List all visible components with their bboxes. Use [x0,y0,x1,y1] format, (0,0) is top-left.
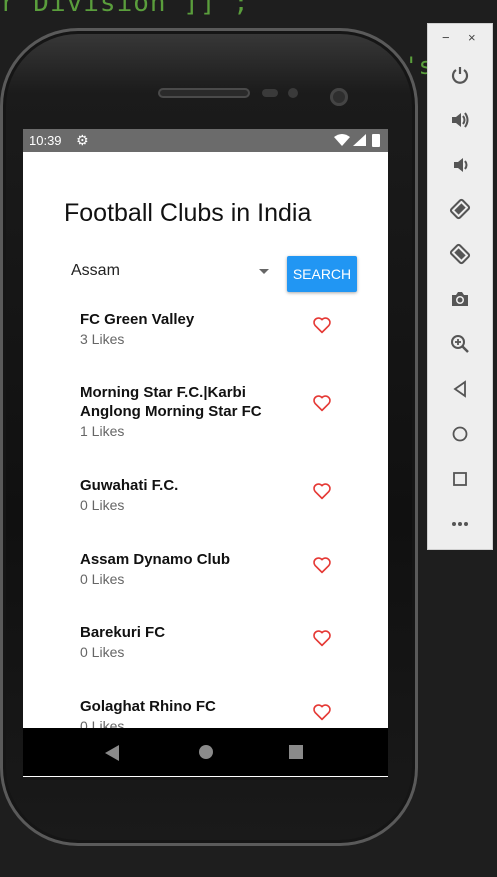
club-likes-count: 0 Likes [80,497,125,513]
minimize-button[interactable]: − [442,30,450,45]
club-likes-count: 3 Likes [80,331,125,347]
club-list-item[interactable]: Morning Star F.C.|Karbi Anglong Morning … [80,383,380,439]
club-likes-count: 1 Likes [80,423,125,439]
phone-sensor [262,89,278,97]
overview-icon[interactable] [428,459,492,499]
close-button[interactable]: × [468,30,476,45]
device-screen: 10:39 ⚙ Football Clubs in India Assam SE… [23,129,388,777]
volume-up-icon[interactable] [428,100,492,140]
recents-icon[interactable] [289,745,303,759]
heart-icon[interactable] [312,703,332,721]
club-name: Assam Dynamo Club [80,551,231,568]
zoom-icon[interactable] [428,324,492,364]
phone-speaker [158,88,250,98]
nav-bar [23,728,388,776]
battery-icon [372,134,380,147]
page-title: Football Clubs in India [64,199,312,227]
club-name: Morning Star F.C.|Karbi Anglong Morning … [80,384,262,420]
club-name: Guwahati F.C. [80,477,179,494]
heart-icon[interactable] [312,556,332,574]
more-icon[interactable] [428,504,492,544]
club-list-item[interactable]: Barekuri FC 0 Likes [80,623,380,660]
club-name: Barekuri FC [80,624,166,641]
signal-icon [353,134,366,146]
rotate-left-icon[interactable] [428,189,492,229]
code-editor-line: r Division"]] ; [0,0,250,18]
home-icon[interactable] [428,414,492,454]
back-icon[interactable] [105,745,119,761]
heart-icon[interactable] [312,394,332,412]
club-list-item[interactable]: Assam Dynamo Club 0 Likes [80,550,380,587]
rotate-right-icon[interactable] [428,234,492,274]
club-likes-count: 0 Likes [80,644,125,660]
club-list-item[interactable]: Guwahati F.C. 0 Likes [80,476,380,513]
status-time: 10:39 [29,133,62,148]
heart-icon[interactable] [312,629,332,647]
phone-sensor-dot [288,88,298,98]
phone-camera [330,88,348,106]
camera-icon[interactable] [428,279,492,319]
wifi-icon [334,134,350,146]
emulator-side-panel: − × [427,23,493,550]
volume-down-icon[interactable] [428,145,492,185]
club-likes-count: 0 Likes [80,571,125,587]
chevron-down-icon [259,269,269,274]
club-name: FC Green Valley [80,311,195,328]
state-select-value: Assam [71,262,120,279]
back-icon[interactable] [428,369,492,409]
club-name: Golaghat Rhino FC [80,698,216,715]
home-icon[interactable] [199,745,213,759]
club-list-item[interactable]: FC Green Valley 3 Likes [80,310,380,347]
power-icon[interactable] [428,55,492,95]
heart-icon[interactable] [312,316,332,334]
search-button[interactable]: SEARCH [287,256,357,292]
heart-icon[interactable] [312,482,332,500]
state-select[interactable]: Assam [71,260,269,286]
status-bar: 10:39 ⚙ [23,129,388,152]
gear-icon: ⚙ [76,132,89,148]
